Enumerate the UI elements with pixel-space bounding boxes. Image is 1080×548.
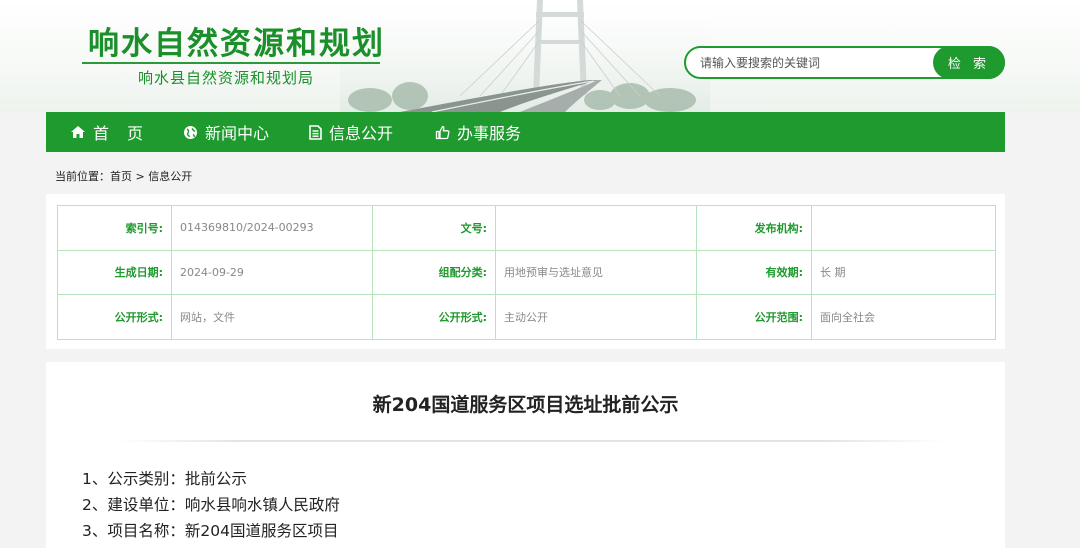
document-icon	[309, 124, 322, 140]
title-underline	[82, 62, 380, 64]
metadata-card: 索引号: 014369810/2024-00293 文号: 发布机构: 生成日期…	[46, 194, 1005, 349]
home-icon	[71, 126, 85, 138]
site-subtitle: 响水县自然资源和规划局	[138, 69, 315, 87]
field-label: 公开形式:	[57, 294, 172, 340]
breadcrumb-prefix: 当前位置：	[55, 170, 110, 183]
nav-item-home[interactable]: 首页	[70, 112, 161, 152]
field-value: 用地预审与选址意见	[495, 249, 697, 295]
field-value: 长 期	[811, 249, 996, 295]
field-value: 网站，文件	[171, 294, 373, 340]
field-label: 文号:	[372, 205, 496, 251]
article-body: 1、公示类别：批前公示 2、建设单位：响水县响水镇人民政府 3、项目名称：新20…	[82, 466, 340, 544]
search-box: 检 索	[684, 46, 1005, 79]
breadcrumb-path[interactable]: 首页 > 信息公开	[110, 170, 192, 183]
nav-item-news[interactable]: 新闻中心	[183, 112, 269, 152]
article-title: 新204国道服务区项目选址批前公示	[372, 394, 679, 416]
field-label: 组配分类:	[372, 249, 496, 295]
nav-item-label: 首页	[93, 124, 162, 143]
site-title: 响水自然资源和规划	[88, 26, 385, 62]
field-value: 主动公开	[495, 294, 697, 340]
site-header: 响水自然资源和规划 响水县自然资源和规划局 检 索	[0, 0, 1080, 112]
article-line: 2、建设单位：响水县响水镇人民政府	[82, 496, 340, 514]
table-row: 索引号: 014369810/2024-00293 文号: 发布机构:	[57, 205, 996, 251]
nav-item-service[interactable]: 办事服务	[435, 112, 521, 152]
thumbs-up-icon	[435, 125, 450, 139]
article-panel: 新204国道服务区项目选址批前公示 1、公示类别：批前公示 2、建设单位：响水县…	[46, 362, 1005, 548]
metadata-table: 索引号: 014369810/2024-00293 文号: 发布机构: 生成日期…	[57, 205, 996, 340]
field-value: 014369810/2024-00293	[171, 205, 373, 251]
table-row: 生成日期: 2024-09-29 组配分类: 用地预审与选址意见 有效期: 长 …	[57, 249, 996, 295]
field-label: 生成日期:	[57, 249, 172, 295]
bridge-banner-image	[340, 0, 710, 112]
field-value	[495, 205, 697, 251]
field-label: 公开范围:	[696, 294, 812, 340]
search-input[interactable]	[700, 53, 930, 73]
field-label: 有效期:	[696, 249, 812, 295]
nav-item-label: 办事服务	[457, 124, 522, 143]
field-label: 索引号:	[57, 205, 172, 251]
main-nav: 首页 新闻中心 信息公开 办事服务	[46, 112, 1005, 152]
field-label: 发布机构:	[696, 205, 812, 251]
field-value: 2024-09-29	[171, 249, 373, 295]
article-line: 3、项目名称：新204国道服务区项目	[82, 522, 339, 540]
nav-item-info[interactable]: 信息公开	[309, 112, 393, 152]
globe-icon	[184, 125, 198, 139]
nav-item-label: 信息公开	[329, 124, 394, 143]
field-value	[811, 205, 996, 251]
table-row: 公开形式: 网站，文件 公开形式: 主动公开 公开范围: 面向全社会	[57, 294, 996, 340]
field-value: 面向全社会	[811, 294, 996, 340]
article-line: 1、公示类别：批前公示	[82, 470, 247, 488]
breadcrumb: 当前位置：首页 > 信息公开	[55, 168, 192, 184]
nav-item-label: 新闻中心	[205, 124, 270, 143]
search-button[interactable]: 检 索	[933, 46, 1005, 79]
title-divider	[116, 440, 946, 442]
field-label: 公开形式:	[372, 294, 496, 340]
